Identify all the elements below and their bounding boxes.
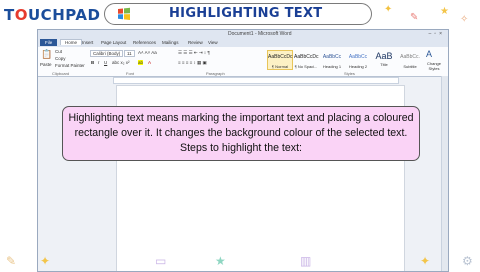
paste-button[interactable]: Paste: [40, 62, 52, 67]
paragraph-group-label: Paragraph: [206, 71, 225, 76]
style-heading-2[interactable]: AaBbCc Heading 2: [345, 50, 371, 70]
star-icon: ✦: [420, 254, 431, 268]
callout-line-3: Steps to highlight the text:: [180, 142, 302, 154]
style-no-spacing[interactable]: AaBbCcDc ¶ No Spaci...: [293, 50, 319, 70]
copy-button[interactable]: Copy: [55, 56, 66, 61]
style-heading-1[interactable]: AaBbCc Heading 1: [319, 50, 345, 70]
ruler-icon: ▥: [300, 254, 312, 268]
tab-review[interactable]: Review: [188, 40, 203, 45]
word-title-bar: Document1 - Microsoft Word –▫×: [38, 30, 448, 39]
font-name-select[interactable]: Calibri (Body): [90, 50, 124, 57]
callout-line-2: rectangle over it. It changes the backgr…: [74, 127, 408, 139]
windows-logo-icon: [118, 7, 130, 20]
settings-icon: ⚙: [462, 254, 473, 268]
change-styles-icon[interactable]: A: [426, 49, 432, 59]
notebook-icon: ▭: [155, 254, 167, 268]
page-title: HIGHLIGHTING TEXT: [169, 6, 323, 21]
star-icon: ✦: [384, 4, 393, 15]
explanation-callout: Highlighting text means marking the impo…: [62, 106, 420, 161]
styles-group-label: Styles: [344, 71, 355, 76]
format-painter-button[interactable]: Format Painter: [55, 63, 85, 68]
grow-font-icon[interactable]: A˄ A˅ Aa: [138, 50, 157, 55]
vertical-scrollbar[interactable]: [441, 76, 448, 271]
ribbon: 📋 Paste Cut Copy Format Painter Clipboar…: [38, 47, 448, 77]
font-size-select[interactable]: 11: [124, 50, 135, 57]
font-group-label: Font: [126, 71, 135, 76]
tab-file[interactable]: File: [40, 39, 58, 46]
header-bar: TOUCHPAD HIGHLIGHTING TEXT ✦ ✎ ★ ✧: [0, 0, 480, 30]
change-styles-button[interactable]: Change Styles: [424, 61, 444, 71]
pencil-icon: ✎: [410, 12, 419, 23]
tab-home[interactable]: Home: [60, 39, 83, 45]
underline-button[interactable]: U: [104, 60, 107, 65]
tab-view[interactable]: View: [208, 40, 218, 45]
style-subtitle[interactable]: AaBbCc. Subtitle: [397, 50, 423, 70]
align-icons[interactable]: ≡ ≡ ≡ ≡ ↕ ▦ ▣: [178, 60, 207, 66]
paste-icon[interactable]: 📋: [41, 49, 52, 60]
sparkle-icon: ✦: [40, 254, 51, 268]
strikethrough-button[interactable]: abc x₂ x²: [112, 60, 130, 65]
clipboard-group-label: Clipboard: [52, 71, 70, 76]
style-title[interactable]: AaB Title: [371, 50, 397, 70]
sparkle-icon: ✧: [460, 14, 469, 25]
italic-button[interactable]: I: [98, 60, 99, 65]
font-color-button[interactable]: A: [148, 60, 151, 65]
style-normal[interactable]: AaBbCcDc ¶ Normal: [267, 50, 293, 70]
window-title: Document1 - Microsoft Word: [228, 31, 292, 37]
star-icon: ★: [440, 6, 449, 17]
star-icon: ★: [215, 254, 226, 268]
ribbon-tabs: File Home Insert Page Layout References …: [38, 39, 448, 47]
bullets-icon[interactable]: ☰ ☰ ☰ ⇤ ⇥ ↕ ¶: [178, 50, 210, 56]
cut-button[interactable]: Cut: [55, 49, 62, 54]
ruler: [113, 77, 399, 84]
bold-button[interactable]: B: [91, 60, 94, 65]
tab-page-layout[interactable]: Page Layout: [101, 40, 126, 45]
tab-insert[interactable]: Insert: [82, 40, 93, 45]
callout-line-1: Highlighting text means marking the impo…: [68, 112, 414, 124]
highlight-color-button[interactable]: ab: [138, 60, 144, 65]
tab-references[interactable]: References: [133, 40, 156, 45]
tab-mailings[interactable]: Mailings: [162, 40, 179, 45]
window-controls[interactable]: –▫×: [429, 31, 445, 37]
title-pill: HIGHLIGHTING TEXT: [104, 3, 372, 25]
pencil-icon: ✎: [6, 254, 17, 268]
touchpad-logo: TOUCHPAD: [4, 6, 101, 24]
